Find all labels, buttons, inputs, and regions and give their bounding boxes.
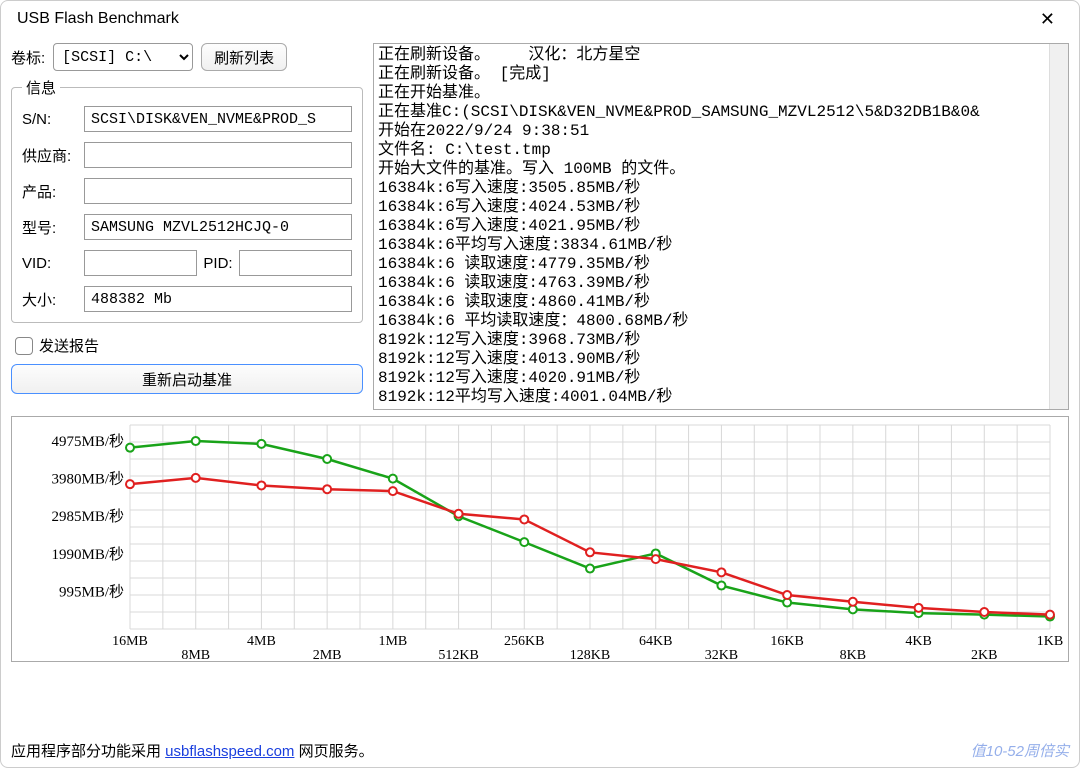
info-grid: S/N: 供应商: 产品: 型号: VID: PID: [22, 106, 352, 312]
info-legend: 信息 [22, 77, 60, 98]
size-label: 大小: [22, 289, 84, 310]
sn-field[interactable] [84, 106, 352, 132]
svg-text:32KB: 32KB [705, 648, 738, 661]
drive-row: 卷标: [SCSI] C:\ 刷新列表 [11, 43, 363, 71]
titlebar: USB Flash Benchmark ✕ [1, 1, 1079, 37]
vid-label: VID: [22, 255, 84, 272]
svg-text:3980MB/秒: 3980MB/秒 [51, 471, 124, 488]
top-row: 卷标: [SCSI] C:\ 刷新列表 信息 S/N: 供应商: 产品: [11, 43, 1069, 410]
send-report-checkbox[interactable] [15, 337, 33, 355]
restart-benchmark-button[interactable]: 重新启动基准 [11, 364, 363, 394]
svg-text:1MB: 1MB [378, 634, 407, 649]
svg-text:16MB: 16MB [112, 634, 148, 649]
vendor-field[interactable] [84, 142, 352, 168]
drive-select[interactable]: [SCSI] C:\ [53, 43, 193, 71]
vendor-label: 供应商: [22, 145, 84, 166]
log-output[interactable]: 正在刷新设备。 汉化：北方星空 正在刷新设备。 [完成] 正在开始基准。 正在基… [373, 43, 1069, 410]
model-label: 型号: [22, 217, 84, 238]
send-report-label: 发送报告 [39, 335, 99, 356]
drive-label: 卷标: [11, 47, 45, 68]
window-title: USB Flash Benchmark [17, 10, 179, 28]
pid-field[interactable] [239, 250, 352, 276]
svg-text:64KB: 64KB [639, 634, 672, 649]
footer-link[interactable]: usbflashspeed.com [165, 743, 294, 760]
svg-text:128KB: 128KB [570, 648, 610, 661]
product-label: 产品: [22, 181, 84, 202]
sn-label: S/N: [22, 111, 84, 128]
svg-text:16KB: 16KB [770, 634, 803, 649]
svg-text:2KB: 2KB [971, 648, 997, 661]
svg-text:256KB: 256KB [504, 634, 544, 649]
svg-text:1990MB/秒: 1990MB/秒 [51, 546, 124, 563]
app-window: USB Flash Benchmark ✕ 卷标: [SCSI] C:\ 刷新列… [0, 0, 1080, 768]
svg-text:1KB: 1KB [1037, 634, 1063, 649]
svg-text:8MB: 8MB [181, 648, 210, 661]
svg-text:4MB: 4MB [247, 634, 276, 649]
content: 卷标: [SCSI] C:\ 刷新列表 信息 S/N: 供应商: 产品: [1, 37, 1079, 736]
close-icon[interactable]: ✕ [1032, 5, 1063, 34]
send-report-row[interactable]: 发送报告 [11, 329, 363, 358]
pid-label: PID: [203, 255, 232, 272]
benchmark-chart: 995MB/秒 1990MB/秒 2985MB/秒 3980MB/秒 4975MB/秒 1… [12, 417, 1068, 661]
svg-text:8KB: 8KB [840, 648, 866, 661]
model-field[interactable] [84, 214, 352, 240]
vid-pid-row: PID: [84, 250, 352, 276]
svg-text:4975MB/秒: 4975MB/秒 [51, 433, 124, 450]
product-field[interactable] [84, 178, 352, 204]
refresh-button[interactable]: 刷新列表 [201, 43, 287, 71]
left-panel: 卷标: [SCSI] C:\ 刷新列表 信息 S/N: 供应商: 产品: [11, 43, 363, 410]
svg-text:4KB: 4KB [905, 634, 931, 649]
footer: 应用程序部分功能采用 usbflashspeed.com 网页服务。 值10-5… [1, 736, 1079, 767]
svg-text:2985MB/秒: 2985MB/秒 [51, 508, 124, 525]
svg-text:995MB/秒: 995MB/秒 [59, 583, 124, 600]
watermark: 值10-52周倍实 [971, 740, 1069, 761]
svg-text:2MB: 2MB [313, 648, 342, 661]
size-field[interactable] [84, 286, 352, 312]
footer-text: 应用程序部分功能采用 usbflashspeed.com 网页服务。 [11, 740, 374, 761]
svg-text:512KB: 512KB [438, 648, 478, 661]
info-fieldset: 信息 S/N: 供应商: 产品: 型号: VID: PID: [11, 77, 363, 323]
vid-field[interactable] [84, 250, 197, 276]
chart-panel: 995MB/秒 1990MB/秒 2985MB/秒 3980MB/秒 4975MB/秒 1… [11, 416, 1069, 662]
